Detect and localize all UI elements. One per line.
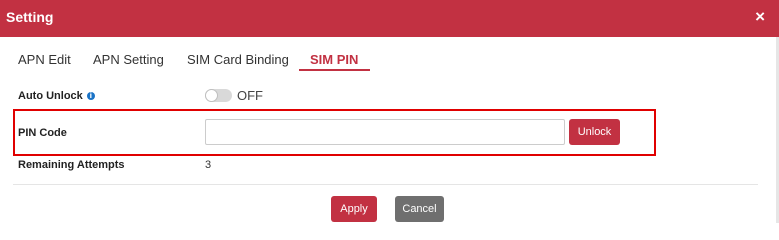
tab-sim-card-binding[interactable]: SIM Card Binding — [187, 52, 289, 67]
auto-unlock-state: OFF — [237, 88, 263, 103]
dialog-header: Setting × — [0, 0, 779, 37]
active-tab-indicator — [299, 69, 370, 71]
pin-code-input[interactable] — [205, 119, 565, 145]
remaining-attempts-label: Remaining Attempts — [18, 159, 125, 171]
apply-button[interactable]: Apply — [331, 196, 377, 222]
pin-code-label: PIN Code — [18, 127, 67, 139]
cancel-button[interactable]: Cancel — [395, 196, 444, 222]
tab-apn-setting[interactable]: APN Setting — [93, 52, 164, 67]
unlock-button[interactable]: Unlock — [569, 119, 620, 145]
toggle-knob — [205, 89, 218, 102]
auto-unlock-row-label: Auto Unlock i — [18, 90, 95, 102]
dialog-title: Setting — [6, 9, 54, 25]
remaining-attempts-value: 3 — [205, 159, 212, 171]
tab-sim-pin[interactable]: SIM PIN — [310, 52, 358, 67]
footer-divider — [13, 184, 758, 185]
tab-apn-edit[interactable]: APN Edit — [18, 52, 71, 67]
info-icon[interactable]: i — [86, 92, 95, 100]
auto-unlock-toggle[interactable] — [205, 89, 232, 102]
auto-unlock-label: Auto Unlock — [18, 90, 83, 102]
tab-bar: APN Edit APN Setting SIM Card Binding SI… — [0, 50, 779, 72]
close-icon[interactable]: × — [755, 8, 765, 25]
